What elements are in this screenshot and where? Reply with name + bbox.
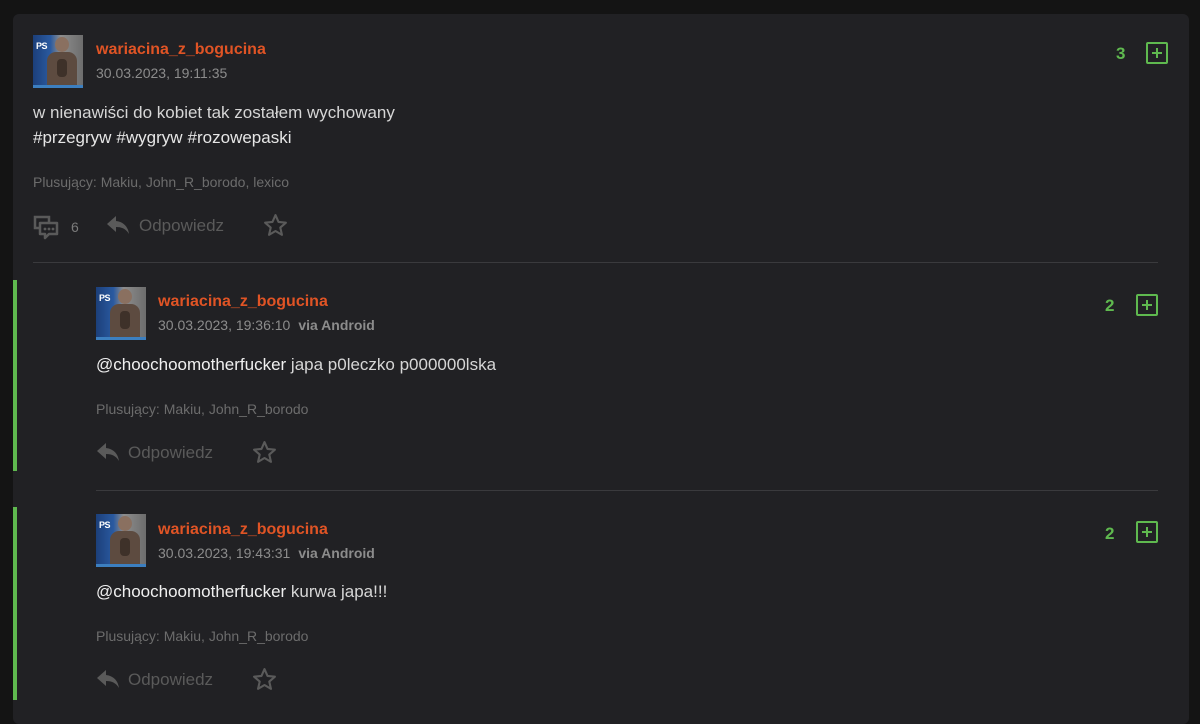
mention-link[interactable]: @choochoomotherfucker [96, 355, 286, 374]
avatar-logo: PS [99, 293, 111, 303]
favorite-button[interactable] [252, 440, 277, 465]
avatar[interactable]: PS [96, 287, 146, 340]
avatar-figure-shadow [120, 311, 130, 329]
star-icon [264, 214, 287, 236]
reply-plus-button[interactable] [1136, 521, 1158, 543]
reply-via: via Android [298, 545, 375, 561]
avatar-figure-head [118, 516, 132, 531]
reply-via: via Android [298, 317, 375, 333]
reply-text: japa p0leczko p000000lska [290, 355, 497, 374]
avatar-figure-shadow [120, 538, 130, 556]
post-plusers[interactable]: Plusujący: Makiu, John_R_borodo, lexico [33, 174, 289, 190]
avatar-logo: PS [99, 520, 111, 530]
tag-link[interactable]: #przegryw [33, 128, 111, 147]
reply-plus-button[interactable] [1136, 294, 1158, 316]
post-body: w nienawiści do kobiet tak zostałem wych… [33, 103, 395, 122]
reply-icon [97, 443, 119, 461]
reply-text: kurwa japa!!! [290, 582, 388, 601]
reply-vote-count: 2 [1105, 296, 1115, 315]
divider [96, 490, 1158, 491]
reply-plusers[interactable]: Plusujący: Makiu, John_R_borodo [96, 401, 308, 417]
reply-label: Odpowiedz [139, 216, 225, 235]
post-timestamp[interactable]: 30.03.2023, 19:11:35 [96, 65, 227, 81]
avatar-figure-head [55, 37, 69, 52]
avatar-logo: PS [36, 41, 48, 51]
reply-indicator [13, 280, 17, 471]
avatar[interactable]: PS [33, 35, 83, 88]
favorite-button[interactable] [252, 667, 277, 692]
favorite-button[interactable] [263, 213, 288, 238]
star-icon [253, 441, 276, 463]
reply-button[interactable]: Odpowiedz [96, 669, 213, 691]
post-vote-count: 3 [1116, 44, 1126, 63]
reply-timestamp[interactable]: 30.03.2023, 19:36:10 [158, 317, 290, 333]
reply-body: @choochoomotherfucker kurwa japa!!! [96, 582, 387, 602]
comment-count: 6 [71, 219, 79, 235]
mention-link[interactable]: @choochoomotherfucker [96, 582, 286, 601]
reply-username[interactable]: wariacina_z_bogucina [158, 521, 328, 539]
avatar-figure-head [118, 289, 132, 304]
reply-icon [107, 216, 129, 234]
reply-meta: 30.03.2023, 19:36:10 via Android [158, 317, 375, 333]
divider [33, 262, 1158, 263]
tag-link[interactable]: #wygryw [116, 128, 182, 147]
reply-indicator [13, 507, 17, 700]
avatar-figure-shadow [57, 59, 67, 77]
reply-username[interactable]: wariacina_z_bogucina [158, 293, 328, 311]
reply-plusers[interactable]: Plusujący: Makiu, John_R_borodo [96, 628, 308, 644]
reply-vote-count: 2 [1105, 524, 1115, 543]
tag-link[interactable]: #rozowepaski [188, 128, 292, 147]
post-plus-button[interactable] [1146, 42, 1168, 64]
reply-button[interactable]: Odpowiedz [106, 215, 224, 237]
reply-meta: 30.03.2023, 19:43:31 via Android [158, 545, 375, 561]
avatar[interactable]: PS [96, 514, 146, 567]
post-tags: #przegryw #wygryw #rozowepaski [33, 128, 297, 148]
reply-label: Odpowiedz [128, 443, 214, 462]
reply-icon [97, 670, 119, 688]
reply-body: @choochoomotherfucker japa p0leczko p000… [96, 355, 496, 375]
comments-button[interactable]: 6 [33, 214, 79, 240]
reply-label: Odpowiedz [128, 670, 214, 689]
reply-timestamp[interactable]: 30.03.2023, 19:43:31 [158, 545, 290, 561]
star-icon [253, 668, 276, 690]
reply-button[interactable]: Odpowiedz [96, 442, 213, 464]
post-username[interactable]: wariacina_z_bogucina [96, 41, 266, 59]
comments-icon [33, 215, 59, 240]
